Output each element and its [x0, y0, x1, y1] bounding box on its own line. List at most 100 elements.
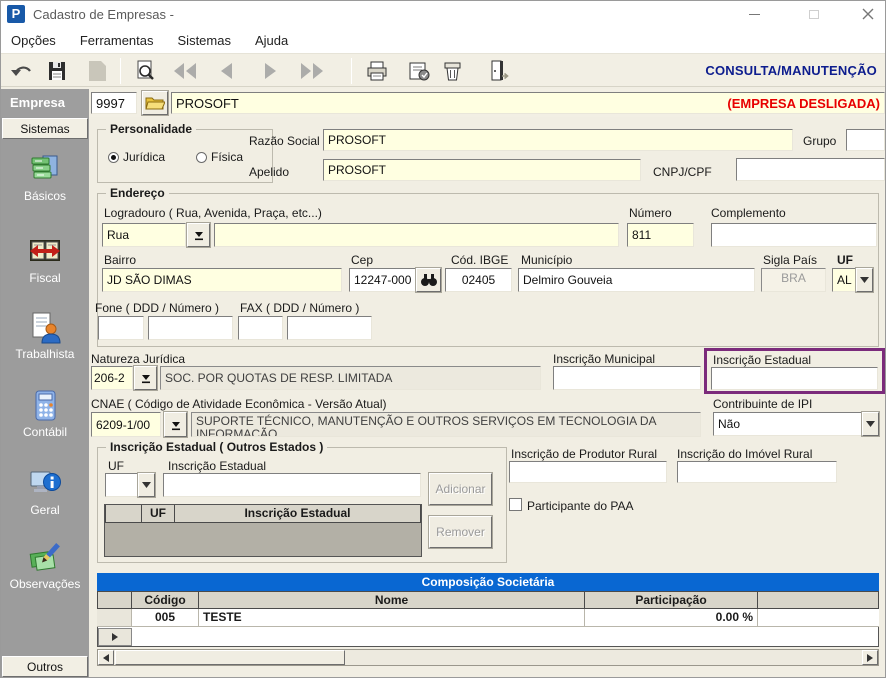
previous-record-button[interactable] — [213, 58, 241, 84]
scrollbar-thumb[interactable] — [115, 650, 345, 665]
fax-numero-input[interactable] — [287, 316, 372, 340]
sidebar-item-observacoes[interactable]: Observações — [1, 541, 89, 591]
contribuinte-ipi-field[interactable]: Não — [713, 412, 862, 436]
save-button[interactable] — [43, 58, 71, 84]
numero-input[interactable] — [627, 223, 694, 247]
inscricao-municipal-input[interactable] — [553, 366, 701, 390]
first-record-button[interactable] — [171, 58, 199, 84]
apelido-label: Apelido — [249, 165, 289, 179]
radio-fisica-icon — [196, 152, 207, 163]
natureza-codigo-input[interactable] — [91, 366, 133, 390]
radio-juridica[interactable]: Jurídica — [108, 150, 165, 164]
fone-ddd-input[interactable] — [98, 316, 144, 340]
logradouro-input[interactable] — [214, 223, 619, 247]
ie-grid-header: UF Inscrição Estadual — [105, 505, 421, 523]
radio-fisica[interactable]: Física — [196, 150, 243, 164]
chevron-down-icon — [142, 482, 151, 488]
cancel-button[interactable] — [83, 58, 111, 84]
fone-label: Fone ( DDD / Número ) — [95, 301, 219, 315]
empresa-code-input[interactable] — [91, 92, 137, 114]
uf-dropdown-button[interactable] — [856, 268, 873, 292]
imovel-rural-input[interactable] — [677, 461, 837, 483]
ie-uf-field[interactable] — [105, 473, 138, 497]
row-nome-cell: TESTE — [199, 609, 585, 627]
sidebar-item-label: Básicos — [24, 189, 66, 203]
sidebar-tab-outros[interactable]: Outros — [2, 656, 88, 677]
inscricao-municipal-label: Inscrição Municipal — [553, 352, 655, 366]
inscricao-estadual-label: Inscrição Estadual — [713, 353, 811, 367]
ie-estadual-input[interactable] — [163, 473, 421, 497]
imovel-rural-label: Inscrição do Imóvel Rural — [677, 447, 812, 461]
contribuinte-ipi-dropdown-button[interactable] — [862, 412, 879, 436]
natureza-dropdown-button[interactable] — [134, 366, 157, 390]
next-record-button[interactable] — [256, 58, 284, 84]
ie-grid-indicator-header — [105, 505, 142, 523]
menu-sistemas[interactable]: Sistemas — [178, 33, 231, 48]
cnae-descricao-field: SUPORTE TÉCNICO, MANUTENÇÃO E OUTROS SER… — [191, 412, 701, 437]
grupo-input[interactable] — [846, 129, 885, 151]
cnae-dropdown-button[interactable] — [164, 412, 187, 437]
cep-search-button[interactable] — [416, 268, 441, 292]
scroll-right-button[interactable] — [862, 650, 878, 665]
fone-numero-input[interactable] — [148, 316, 233, 340]
remover-button[interactable]: Remover — [429, 516, 492, 548]
empresa-name-field[interactable]: PROSOFT (EMPRESA DESLIGADA) — [171, 92, 885, 114]
cep-input[interactable] — [349, 268, 416, 292]
ledger-icon — [407, 60, 431, 82]
sidebar-item-trabalhista[interactable]: Trabalhista — [1, 311, 89, 361]
municipio-input[interactable] — [518, 268, 755, 292]
logradouro-label: Logradouro ( Rua, Avenida, Praça, etc...… — [104, 206, 322, 220]
minimize-button[interactable] — [734, 1, 774, 27]
sidebar-item-basicos[interactable]: Básicos — [1, 153, 89, 203]
scroll-left-button[interactable] — [98, 650, 114, 665]
titlebar: P Cadastro de Empresas - — [1, 1, 885, 27]
inscricao-estadual-input[interactable] — [711, 367, 878, 390]
ie-ie-label: Inscrição Estadual — [168, 459, 266, 473]
open-company-button[interactable] — [142, 91, 168, 115]
composicao-grid-row[interactable]: 005 TESTE 0.00 % — [97, 609, 879, 627]
ledger-button[interactable] — [405, 58, 433, 84]
tipo-logradouro-input[interactable] — [102, 223, 186, 247]
undo-button[interactable] — [8, 58, 36, 84]
close-button[interactable] — [848, 1, 886, 27]
razao-social-input[interactable] — [323, 129, 793, 151]
menu-opcoes[interactable]: Opções — [11, 33, 56, 48]
paa-checkbox[interactable] — [509, 498, 522, 511]
bairro-input[interactable] — [102, 268, 342, 292]
complemento-input[interactable] — [711, 223, 877, 247]
ie-uf-dropdown-button[interactable] — [138, 473, 155, 497]
cod-ibge-input[interactable] — [445, 268, 512, 292]
preview-button[interactable] — [131, 58, 159, 84]
drop-down-icon — [140, 372, 152, 384]
app-window: P Cadastro de Empresas - Opções Ferramen… — [0, 0, 886, 678]
menu-ajuda[interactable]: Ajuda — [255, 33, 288, 48]
contribuinte-ipi-label: Contribuinte de IPI — [713, 397, 812, 411]
sidebar-item-fiscal[interactable]: Fiscal — [1, 235, 89, 285]
mode-label: CONSULTA/MANUTENÇÃO — [705, 63, 877, 78]
uf-field[interactable]: AL — [832, 268, 856, 292]
last-record-button[interactable] — [298, 58, 326, 84]
maximize-button[interactable] — [794, 1, 834, 27]
numero-label: Número — [629, 206, 672, 220]
tipo-logradouro-dropdown-button[interactable] — [187, 223, 210, 247]
cnae-codigo-input[interactable] — [91, 412, 161, 437]
menu-ferramentas[interactable]: Ferramentas — [80, 33, 154, 48]
sidebar-tab-sistemas[interactable]: Sistemas — [2, 118, 88, 139]
col-codigo-header: Código — [132, 591, 199, 609]
delete-button[interactable] — [439, 58, 467, 84]
apelido-input[interactable] — [323, 159, 641, 181]
ie-grid-uf-header: UF — [142, 505, 175, 523]
sidebar-item-geral[interactable]: Geral — [1, 467, 89, 517]
cnpj-input[interactable] — [736, 158, 885, 181]
produtor-rural-input[interactable] — [509, 461, 667, 483]
print-button[interactable] — [363, 58, 391, 84]
fax-ddd-input[interactable] — [238, 316, 283, 340]
natureza-descricao-field: SOC. POR QUOTAS DE RESP. LIMITADA — [160, 366, 541, 390]
adicionar-button[interactable]: Adicionar — [429, 473, 492, 505]
sidebar-item-contabil[interactable]: Contábil — [1, 389, 89, 439]
exit-button[interactable] — [485, 58, 513, 84]
toolbar-separator — [351, 58, 352, 84]
composicao-hscrollbar[interactable] — [97, 649, 879, 666]
row-pointer-icon — [112, 633, 118, 641]
basicos-icon — [28, 153, 62, 187]
